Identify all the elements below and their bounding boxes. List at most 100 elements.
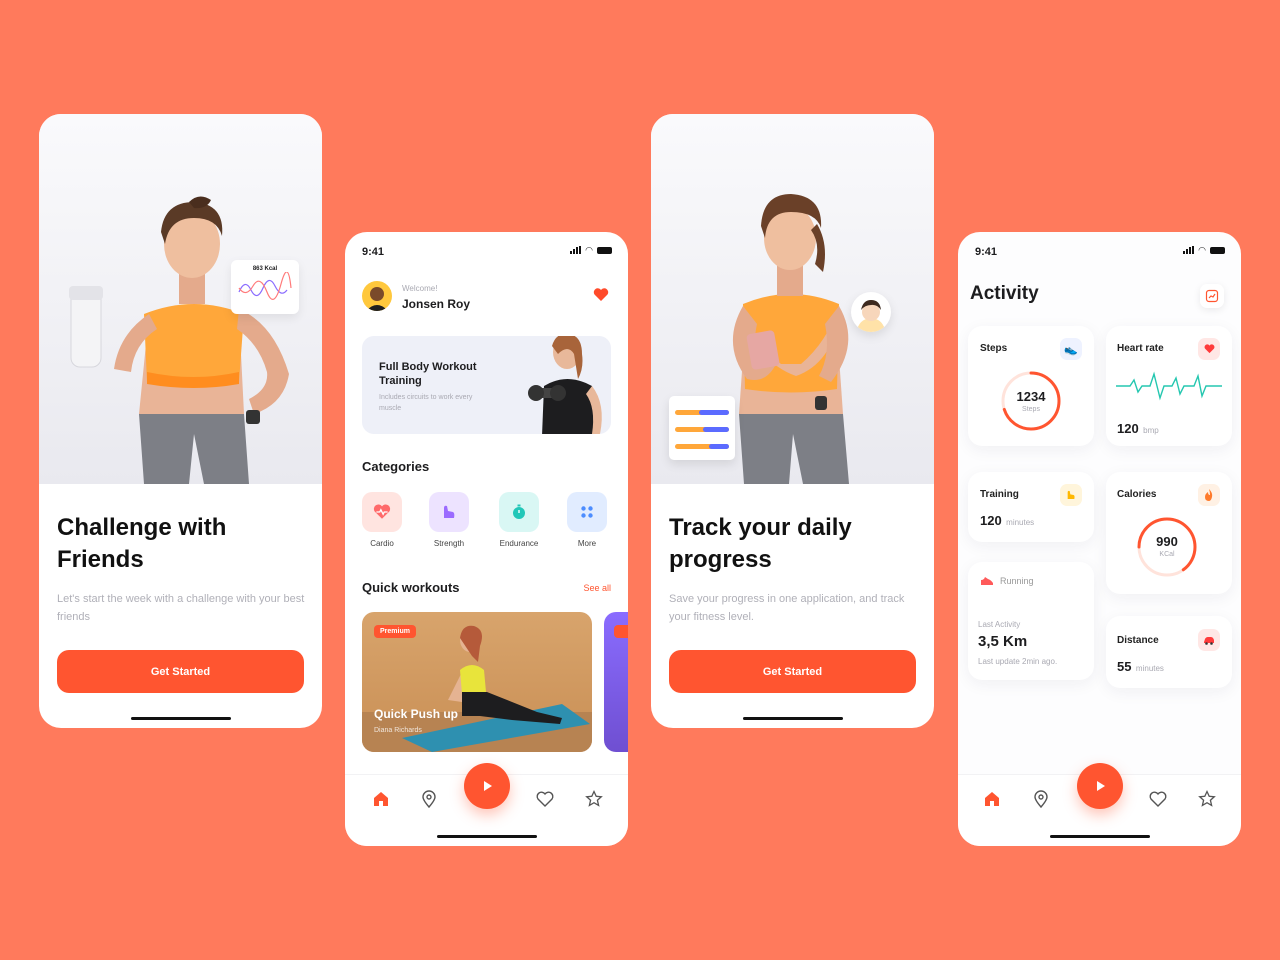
distance-value: 55 minutes (1117, 659, 1164, 674)
play-button[interactable] (1076, 763, 1123, 809)
wifi-icon: ◠ (1198, 245, 1206, 255)
heart-rate-value: 120 bmp (1117, 421, 1159, 436)
kcal-chart-card: 863 Kcal (231, 260, 299, 314)
workout-title: Quick Push up (374, 707, 459, 721)
workout-card-next[interactable] (604, 612, 628, 752)
status-time: 9:41 (362, 246, 385, 258)
muscle-icon (1060, 484, 1082, 506)
hero-image: 863 Kcal (39, 114, 322, 484)
bottom-navigation (345, 763, 628, 846)
star-outline-icon[interactable] (584, 789, 604, 809)
running-header: Running (980, 576, 1034, 586)
home-indicator[interactable] (436, 835, 537, 838)
category-label: Endurance (499, 539, 539, 548)
steps-value: 1234 (1016, 389, 1046, 404)
running-updated: Last update 2min ago. (978, 657, 1058, 666)
avatar[interactable] (362, 281, 392, 311)
categories-title: Categories (362, 459, 430, 474)
hero-image (651, 114, 934, 484)
heart-outline-icon[interactable] (1148, 789, 1168, 809)
play-icon (483, 781, 492, 791)
category-endurance[interactable]: Endurance (495, 492, 543, 548)
running-shoe-icon (981, 577, 993, 585)
home-screen: 9:41 ◠ Welcome! Jonsen Roy Full Body Wor… (345, 232, 628, 846)
trend-chart-icon (1205, 289, 1219, 303)
calories-value: 990 (1156, 534, 1178, 549)
status-bar: 9:41 ◠ (958, 232, 1241, 272)
steps-unit: Steps (1022, 406, 1040, 413)
home-indicator[interactable] (742, 717, 843, 720)
premium-badge: Premium (374, 625, 416, 638)
home-indicator[interactable] (130, 717, 231, 720)
training-card[interactable]: Training 120 minutes (968, 472, 1094, 542)
avatar (851, 292, 891, 332)
status-time: 9:41 (975, 246, 998, 258)
heart-rate-line (1116, 371, 1222, 401)
running-value: 3,5 Km (978, 633, 1028, 650)
training-value: 120 minutes (980, 513, 1035, 528)
get-started-button[interactable]: Get Started (669, 650, 916, 693)
muscle-icon (429, 492, 469, 532)
stats-chart-button[interactable] (1200, 284, 1224, 308)
heart-pulse-icon (362, 492, 402, 532)
page-title: Track your daily progress (669, 514, 852, 573)
page-title: Challenge with Friends (57, 514, 227, 573)
flame-icon (1198, 484, 1220, 506)
card-label: Steps (980, 343, 1008, 354)
play-button[interactable] (463, 763, 510, 809)
see-all-link[interactable]: See all (583, 583, 611, 593)
user-name: Jonsen Roy (402, 297, 471, 311)
signal-icon (570, 246, 582, 254)
onboarding-screen-track: Track your daily progress Save your prog… (651, 114, 934, 728)
category-more[interactable]: More (567, 492, 607, 548)
steps-card[interactable]: Steps 👟 1234 Steps (968, 326, 1094, 446)
quick-workouts-title: Quick workouts (362, 580, 460, 595)
location-icon[interactable] (419, 789, 439, 809)
activity-screen: 9:41 ◠ Activity Steps 👟 1234 Steps Heart… (958, 232, 1241, 846)
location-icon[interactable] (1031, 789, 1051, 809)
category-label: Cardio (370, 539, 394, 548)
bottom-navigation (958, 763, 1241, 846)
banner-title: Full Body Workout Training (379, 361, 477, 387)
home-indicator[interactable] (1049, 835, 1150, 838)
running-card[interactable]: Running Last Activity 3,5 Km Last update… (968, 562, 1094, 680)
calories-unit: KCal (1159, 551, 1175, 558)
grid-icon (567, 492, 607, 532)
heart-rate-card[interactable]: Heart rate 120 bmp (1106, 326, 1232, 446)
kcal-wave-chart (238, 271, 292, 300)
workout-author: Diana Richards (374, 727, 422, 734)
workout-card[interactable]: Premium Quick Push up Diana Richards (362, 612, 592, 752)
wifi-icon: ◠ (585, 245, 593, 255)
get-started-button[interactable]: Get Started (57, 650, 304, 693)
car-icon (1198, 629, 1220, 651)
battery-icon (1210, 247, 1225, 254)
play-icon (1096, 781, 1105, 791)
heart-icon (1198, 338, 1220, 360)
running-sub: Last Activity (978, 620, 1021, 629)
card-label: Calories (1117, 489, 1157, 500)
progress-card (669, 396, 735, 460)
category-cardio[interactable]: Cardio (362, 492, 402, 548)
heart-outline-icon[interactable] (535, 789, 555, 809)
card-label: Training (980, 489, 1019, 500)
star-outline-icon[interactable] (1197, 789, 1217, 809)
battery-icon (597, 247, 612, 254)
page-description: Save your progress in one application, a… (669, 593, 905, 623)
card-label: Heart rate (1117, 343, 1164, 354)
signal-icon (1183, 246, 1195, 254)
category-label: Strength (433, 539, 465, 548)
home-icon[interactable] (982, 789, 1002, 809)
category-label: More (577, 539, 597, 548)
home-icon[interactable] (371, 789, 391, 809)
distance-card[interactable]: Distance 55 minutes (1106, 616, 1232, 688)
favorite-heart-icon[interactable] (593, 288, 609, 302)
onboarding-screen-challenge: 863 Kcal Challenge with Friends Let's st… (39, 114, 322, 728)
page-description: Let's start the week with a challenge wi… (57, 593, 305, 623)
calories-card[interactable]: Calories 990 KCal (1106, 472, 1232, 594)
featured-workout-banner[interactable]: Full Body Workout Training Includes circ… (362, 336, 611, 434)
welcome-text: Welcome! (402, 284, 438, 293)
woman-dumbbell-illustration (528, 336, 602, 434)
category-strength[interactable]: Strength (429, 492, 469, 548)
status-bar: 9:41 ◠ (345, 232, 628, 272)
banner-subtitle: Includes circuits to work every muscle (379, 394, 473, 412)
